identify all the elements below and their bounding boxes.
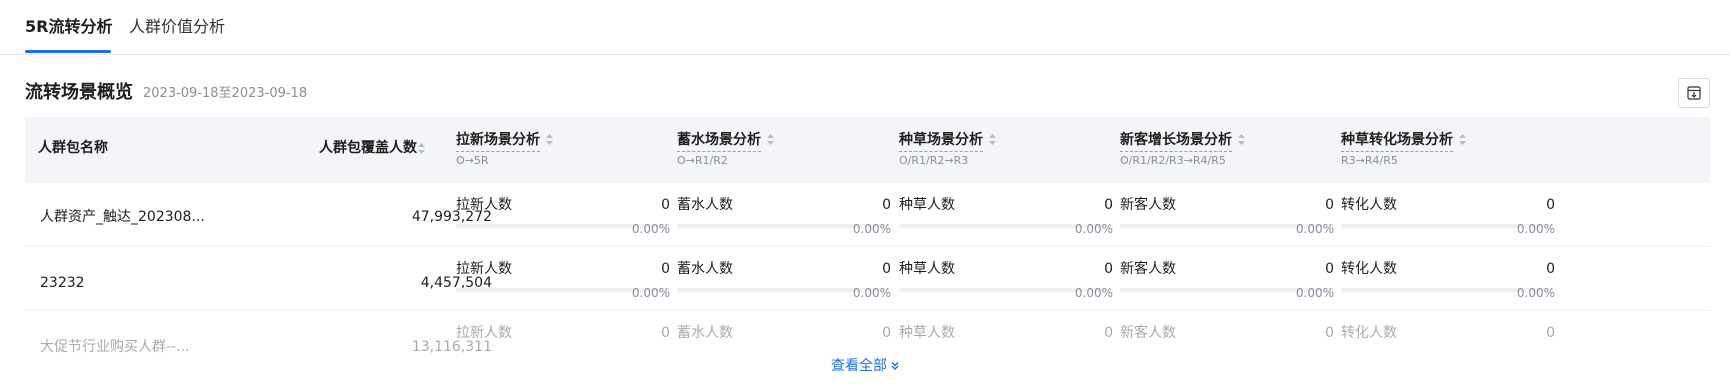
metric-cell: 转化人数 0 — [1341, 323, 1555, 363]
metric-label: 新客人数 — [1120, 325, 1176, 341]
tab-5r-flow-analysis[interactable]: 5R流转分析 — [25, 16, 112, 38]
metric-value: 0 — [1546, 325, 1555, 341]
metric-value: 0 — [1325, 261, 1334, 277]
section-title: 流转场景概览 — [25, 82, 133, 103]
metric-label: 蓄水人数 — [677, 325, 733, 341]
metric-percent: 0.00% — [1516, 222, 1555, 236]
column-sub-seeding: O/R1/R2→R3 — [899, 154, 969, 167]
metric-value: 0 — [882, 197, 891, 213]
column-header-acquisition[interactable]: 拉新场景分析 — [456, 130, 540, 152]
metric-label: 新客人数 — [1120, 261, 1176, 277]
metric-label: 种草人数 — [899, 325, 955, 341]
column-header-seeding[interactable]: 种草场景分析 — [899, 130, 983, 152]
table-row: 大促节行业购买人群--... 13,116,311 拉新人数 0 蓄水人数 0 … — [25, 311, 1710, 390]
tab-bar: 5R流转分析 人群价值分析 — [0, 0, 1730, 55]
metric-label: 新客人数 — [1120, 197, 1176, 213]
metric-value: 0 — [1104, 325, 1113, 341]
metric-label: 种草人数 — [899, 261, 955, 277]
table-row: 人群资产_触达_202308... 47,993,272 拉新人数 0 0.00… — [25, 183, 1710, 247]
metric-value: 0 — [1104, 197, 1113, 213]
sort-caret-icon[interactable] — [417, 142, 426, 155]
view-all-label: 查看全部 — [831, 358, 887, 374]
table-row: 23232 4,457,504 拉新人数 0 0.00% 蓄水人数 0 0.00… — [25, 247, 1710, 311]
tab-crowd-value-analysis[interactable]: 人群价值分析 — [129, 16, 225, 38]
metric-cell: 蓄水人数 0 0.00% — [677, 195, 891, 236]
metric-label: 拉新人数 — [456, 197, 512, 213]
metric-cell: 拉新人数 0 0.00% — [456, 259, 670, 300]
view-all-button[interactable]: 查看全部 — [831, 356, 900, 376]
metric-cell: 拉新人数 0 — [456, 323, 670, 363]
metric-label: 蓄水人数 — [677, 261, 733, 277]
metric-cell: 蓄水人数 0 0.00% — [677, 259, 891, 300]
crowd-name: 人群资产_触达_202308... — [40, 209, 205, 225]
column-sub-new-customer: O/R1/R2/R3→R4/R5 — [1120, 154, 1226, 167]
metric-label: 蓄水人数 — [677, 197, 733, 213]
metric-value: 0 — [661, 261, 670, 277]
sort-caret-icon[interactable] — [545, 133, 554, 146]
metric-percent: 0.00% — [852, 286, 891, 300]
sort-caret-icon[interactable] — [988, 133, 997, 146]
metric-label: 转化人数 — [1341, 197, 1397, 213]
metric-cell: 转化人数 0 0.00% — [1341, 259, 1555, 300]
metric-percent: 0.00% — [631, 222, 670, 236]
column-header-name: 人群包名称 — [38, 140, 108, 156]
metric-cell: 种草人数 0 0.00% — [899, 259, 1113, 300]
metric-percent: 0.00% — [1516, 286, 1555, 300]
metric-value: 0 — [1325, 325, 1334, 341]
double-chevron-down-icon — [891, 362, 899, 370]
sort-caret-icon[interactable] — [1458, 133, 1467, 146]
crowd-name: 23232 — [40, 275, 85, 291]
metric-value: 0 — [882, 261, 891, 277]
column-sub-reservoir: O→R1/R2 — [677, 154, 728, 167]
crowd-name: 大促节行业购买人群--... — [40, 339, 190, 355]
metric-label: 转化人数 — [1341, 325, 1397, 341]
table-header: 人群包名称 人群包覆盖人数 拉新场景分析 O→5R 蓄水场景分析 O→R1/R2… — [25, 117, 1710, 183]
metric-value: 0 — [661, 325, 670, 341]
metric-label: 拉新人数 — [456, 261, 512, 277]
metric-percent: 0.00% — [1295, 286, 1334, 300]
export-button[interactable] — [1678, 78, 1710, 108]
metric-value: 0 — [1325, 197, 1334, 213]
metric-cell: 新客人数 0 0.00% — [1120, 259, 1334, 300]
metric-percent: 0.00% — [1074, 286, 1113, 300]
column-header-reservoir[interactable]: 蓄水场景分析 — [677, 130, 761, 152]
metric-percent: 0.00% — [852, 222, 891, 236]
metric-percent: 0.00% — [631, 286, 670, 300]
sort-caret-icon[interactable] — [766, 133, 775, 146]
column-header-conversion[interactable]: 种草转化场景分析 — [1341, 130, 1453, 152]
metric-value: 0 — [1546, 197, 1555, 213]
metric-value: 0 — [661, 197, 670, 213]
metric-cell: 新客人数 0 — [1120, 323, 1334, 363]
metric-percent: 0.00% — [1074, 222, 1113, 236]
metric-percent: 0.00% — [1295, 222, 1334, 236]
date-range: 2023-09-18至2023-09-18 — [143, 86, 308, 101]
metric-cell: 种草人数 0 — [899, 323, 1113, 363]
column-sub-conversion: R3→R4/R5 — [1341, 154, 1398, 167]
metric-value: 0 — [1546, 261, 1555, 277]
metric-value: 0 — [1104, 261, 1113, 277]
metric-label: 种草人数 — [899, 197, 955, 213]
metric-label: 拉新人数 — [456, 325, 512, 341]
metric-label: 转化人数 — [1341, 261, 1397, 277]
metric-cell: 种草人数 0 0.00% — [899, 195, 1113, 236]
column-header-coverage: 人群包覆盖人数 — [319, 140, 417, 156]
download-box-icon — [1687, 86, 1701, 100]
metric-cell: 拉新人数 0 0.00% — [456, 195, 670, 236]
column-header-new-customer[interactable]: 新客增长场景分析 — [1120, 130, 1232, 152]
metric-cell: 转化人数 0 0.00% — [1341, 195, 1555, 236]
sort-caret-icon[interactable] — [1237, 133, 1246, 146]
metric-value: 0 — [882, 325, 891, 341]
metric-cell: 新客人数 0 0.00% — [1120, 195, 1334, 236]
column-sub-acquisition: O→5R — [456, 154, 489, 167]
active-tab-indicator — [25, 50, 111, 53]
